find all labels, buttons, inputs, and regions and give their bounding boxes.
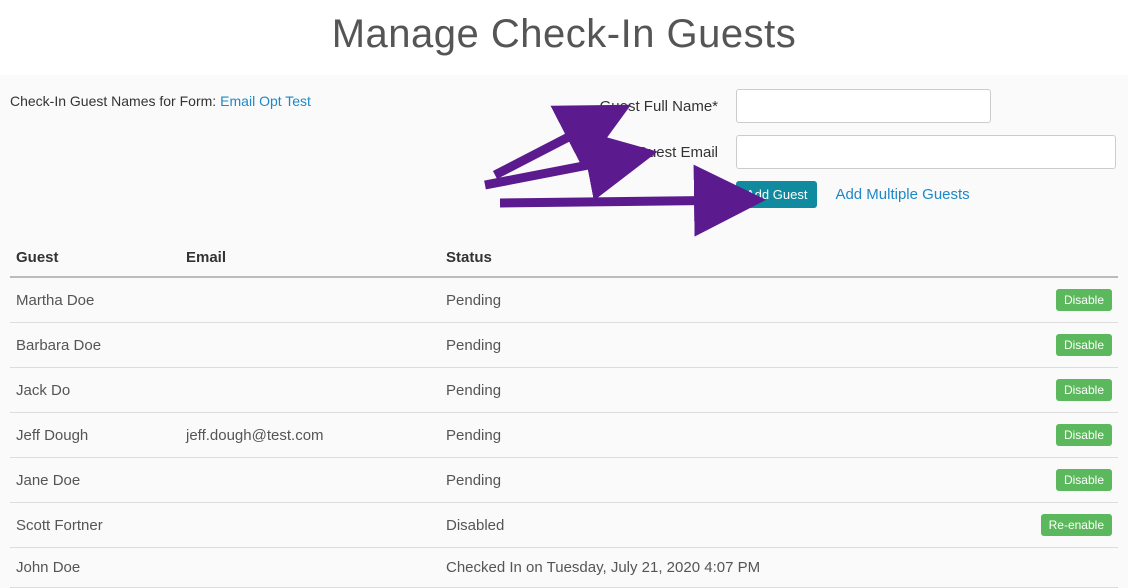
guest-status-cell: Disabled (440, 503, 1028, 548)
guest-status-cell: Pending (440, 323, 1028, 368)
guest-action-cell (1028, 548, 1118, 588)
disable-button[interactable]: Disable (1056, 379, 1112, 401)
guest-name-cell: Martha Doe (10, 277, 180, 323)
guest-action-cell: Disable (1028, 323, 1118, 368)
guest-name-cell: John Doe (10, 548, 180, 588)
table-row: Martha Doe Pending Disable (10, 277, 1118, 323)
table-row: Barbara Doe Pending Disable (10, 323, 1118, 368)
re-enable-button[interactable]: Re-enable (1041, 514, 1112, 536)
guest-name-label: Guest Full Name* (556, 98, 736, 115)
guest-email-label: Guest Email (556, 144, 736, 161)
guest-action-cell: Re-enable (1028, 503, 1118, 548)
add-guest-button[interactable]: Add Guest (736, 181, 817, 208)
guest-action-cell: Disable (1028, 368, 1118, 413)
guest-name-cell: Scott Fortner (10, 503, 180, 548)
guest-name-row: Guest Full Name* (556, 89, 1116, 123)
guest-email-cell (180, 323, 440, 368)
col-header-email: Email (180, 239, 440, 277)
guest-name-input[interactable] (736, 89, 991, 123)
col-header-guest: Guest (10, 239, 180, 277)
add-guest-form: Guest Full Name* Guest Email Add Guest A… (556, 89, 1116, 208)
guest-status-cell: Pending (440, 413, 1028, 458)
guest-action-cell: Disable (1028, 413, 1118, 458)
guest-name-cell: Jack Do (10, 368, 180, 413)
guest-status-cell: Pending (440, 277, 1028, 323)
main-panel: Check-In Guest Names for Form: Email Opt… (0, 75, 1128, 588)
guest-name-cell: Jane Doe (10, 458, 180, 503)
disable-button[interactable]: Disable (1056, 334, 1112, 356)
guest-status-cell: Pending (440, 368, 1028, 413)
add-multiple-guests-link[interactable]: Add Multiple Guests (835, 186, 969, 203)
table-row: John Doe Checked In on Tuesday, July 21, … (10, 548, 1118, 588)
guest-name-cell: Barbara Doe (10, 323, 180, 368)
guest-email-cell (180, 458, 440, 503)
disable-button[interactable]: Disable (1056, 289, 1112, 311)
guest-status-cell: Checked In on Tuesday, July 21, 2020 4:0… (440, 548, 1028, 588)
guest-name-cell: Jeff Dough (10, 413, 180, 458)
col-header-action (1028, 239, 1118, 277)
table-row: Jane Doe Pending Disable (10, 458, 1118, 503)
col-header-status: Status (440, 239, 1028, 277)
disable-button[interactable]: Disable (1056, 424, 1112, 446)
guest-email-row: Guest Email (556, 135, 1116, 169)
table-row: Scott Fortner Disabled Re-enable (10, 503, 1118, 548)
guest-email-cell (180, 548, 440, 588)
table-row: Jack Do Pending Disable (10, 368, 1118, 413)
guest-status-cell: Pending (440, 458, 1028, 503)
form-intro-label: Check-In Guest Names for Form: (10, 93, 216, 109)
guest-email-input[interactable] (736, 135, 1116, 169)
guest-action-cell: Disable (1028, 277, 1118, 323)
disable-button[interactable]: Disable (1056, 469, 1112, 491)
page-title: Manage Check-In Guests (0, 0, 1128, 75)
guest-action-cell: Disable (1028, 458, 1118, 503)
form-actions: Add Guest Add Multiple Guests (556, 181, 1116, 208)
guest-email-cell (180, 368, 440, 413)
table-header-row: Guest Email Status (10, 239, 1118, 277)
guest-email-cell (180, 503, 440, 548)
form-name-link[interactable]: Email Opt Test (220, 93, 311, 109)
guest-email-cell (180, 277, 440, 323)
guest-email-cell: jeff.dough@test.com (180, 413, 440, 458)
table-row: Jeff Doughjeff.dough@test.comPending Disa… (10, 413, 1118, 458)
guest-table: Guest Email Status Martha DoePendingDisa… (10, 239, 1118, 588)
